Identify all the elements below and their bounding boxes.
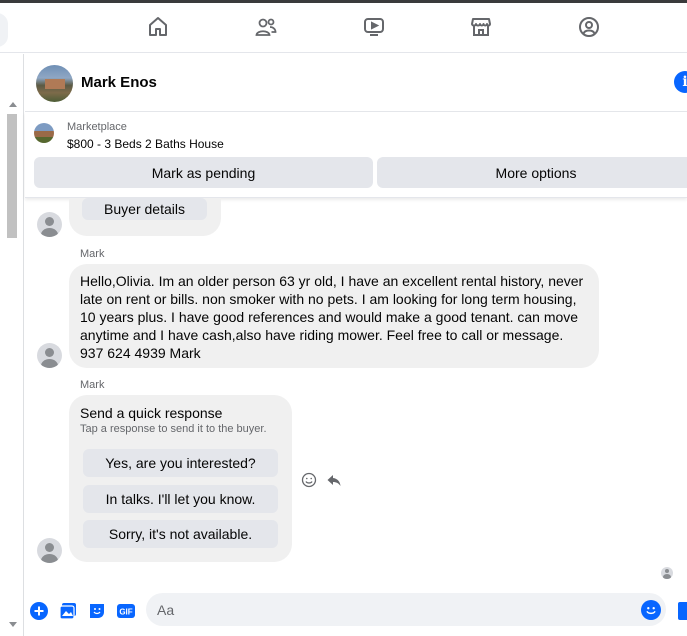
gif-icon[interactable]: GIF: [116, 601, 136, 621]
scroll-down-arrow-icon[interactable]: [9, 622, 17, 627]
like-icon[interactable]: [678, 602, 687, 620]
smiley-react-icon[interactable]: [301, 472, 317, 488]
svg-text:GIF: GIF: [119, 608, 132, 617]
sticker-icon[interactable]: [87, 601, 107, 621]
reply-icon[interactable]: [326, 472, 342, 488]
search-field-stub[interactable]: [0, 13, 8, 47]
seen-indicator-avatar: [661, 567, 673, 579]
marketplace-listing-bar: Marketplace $800 - 3 Beds 2 Baths House …: [25, 112, 687, 198]
sender-avatar[interactable]: [37, 538, 62, 563]
quick-response-option[interactable]: Sorry, it's not available.: [83, 520, 278, 548]
friends-icon[interactable]: [253, 14, 279, 40]
scrollbar-thumb[interactable]: [7, 114, 17, 238]
marketplace-label: Marketplace: [67, 121, 127, 133]
emoji-icon[interactable]: [641, 600, 661, 620]
quick-response-title: Send a quick response: [80, 405, 223, 421]
sender-avatar[interactable]: [37, 343, 62, 368]
contact-avatar[interactable]: [36, 65, 73, 102]
home-icon[interactable]: [145, 14, 171, 40]
message-input[interactable]: [146, 593, 666, 626]
contact-name[interactable]: Mark Enos: [81, 74, 157, 91]
plus-icon[interactable]: [29, 601, 49, 621]
sender-avatar[interactable]: [37, 212, 62, 237]
quick-response-subtitle: Tap a response to send it to the buyer.: [80, 423, 267, 435]
marketplace-icon[interactable]: [468, 14, 494, 40]
sender-name: Mark: [80, 248, 105, 260]
message-composer: GIF: [25, 590, 687, 636]
listing-thumbnail[interactable]: [34, 123, 54, 143]
chat-window: Mark Enos i Marketplace $800 - 3 Beds 2 …: [25, 54, 687, 636]
quick-response-option[interactable]: Yes, are you interested?: [83, 449, 278, 477]
buyer-details-bubble: Buyer details: [69, 198, 221, 236]
info-icon[interactable]: i: [674, 71, 687, 93]
more-options-button[interactable]: More options: [377, 157, 687, 188]
groups-icon[interactable]: [576, 14, 602, 40]
sender-name: Mark: [80, 379, 105, 391]
listing-title[interactable]: $800 - 3 Beds 2 Baths House: [67, 137, 224, 151]
quick-response-bubble: Send a quick response Tap a response to …: [69, 395, 292, 562]
top-navigation-bar: [0, 3, 687, 53]
left-scroll-panel: [0, 54, 24, 636]
scroll-up-arrow-icon[interactable]: [9, 102, 17, 107]
buyer-details-button[interactable]: Buyer details: [82, 198, 207, 220]
chat-header: Mark Enos i: [25, 54, 687, 112]
photo-icon[interactable]: [58, 601, 78, 621]
watch-icon[interactable]: [361, 14, 387, 40]
message-bubble: Hello,Olivia. Im an older person 63 yr o…: [69, 264, 599, 368]
mark-as-pending-button[interactable]: Mark as pending: [34, 157, 373, 188]
quick-response-option[interactable]: In talks. I'll let you know.: [83, 485, 278, 513]
